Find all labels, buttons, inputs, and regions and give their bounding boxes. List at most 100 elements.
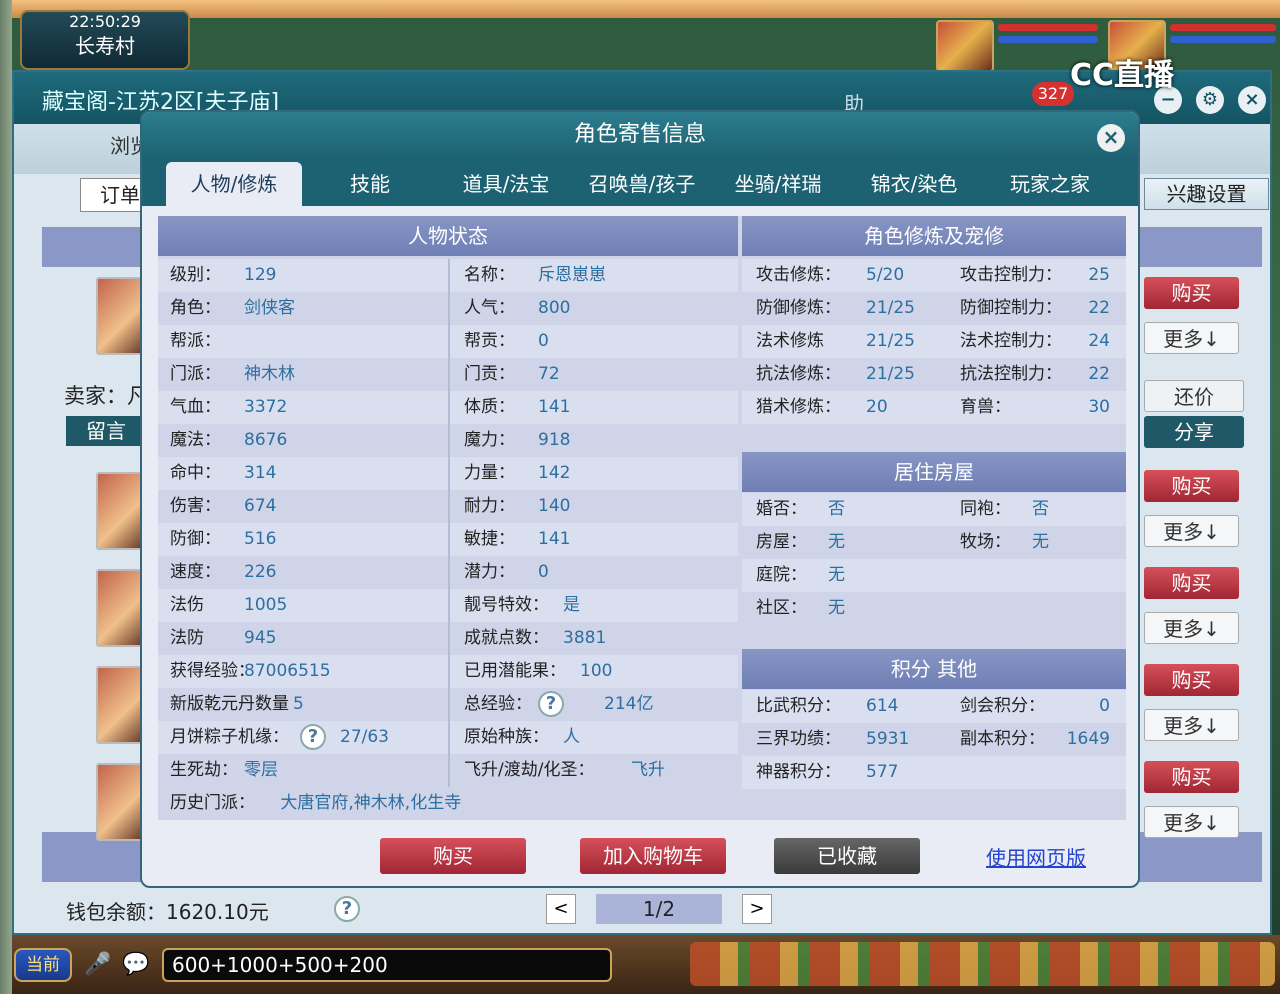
stat-value: 27/63	[340, 727, 389, 747]
field-value: 无	[1032, 532, 1049, 552]
table-row: 获得经验： 87006515 已用潜能果： 100	[158, 655, 738, 688]
column-divider	[448, 490, 450, 523]
stat-label: 帮派：	[170, 331, 221, 351]
chat-channel-button[interactable]: 当前	[14, 948, 72, 982]
stat-value: 918	[538, 430, 571, 450]
field-value: 21/25	[866, 298, 915, 318]
close-icon[interactable]: ×	[1097, 124, 1125, 152]
table-row: 抗法修炼： 21/25 抗法控制力： 22	[742, 358, 1126, 391]
buy-button[interactable]: 购买	[380, 838, 526, 874]
pet-hp-bar	[998, 24, 1098, 31]
tab-player-home[interactable]: 玩家之家	[982, 162, 1118, 206]
favorited-button[interactable]: 已收藏	[774, 838, 920, 874]
table-row: 速度： 226 潜力： 0	[158, 556, 738, 589]
more-button[interactable]: 更多↓	[1144, 806, 1239, 838]
stat-label: 防御：	[170, 529, 221, 549]
stat-value: 800	[538, 298, 571, 318]
tab-summons[interactable]: 召唤兽/孩子	[574, 162, 710, 206]
close-icon[interactable]: ×	[1238, 86, 1266, 114]
score-header: 积分 其他	[742, 649, 1126, 689]
pet-avatar[interactable]	[936, 20, 994, 72]
toolbar-icons[interactable]	[690, 942, 1275, 986]
field-label: 同袍：	[960, 499, 1011, 519]
share-button[interactable]: 分享	[1144, 416, 1244, 448]
table-row: 猎术修炼： 20 育兽： 30	[742, 391, 1126, 424]
cultivation-table: 攻击修炼： 5/20 攻击控制力： 25 防御修炼： 21/25 防御控制力： 22 法术修炼 2…	[742, 259, 1126, 424]
stat-label: 命中：	[170, 463, 221, 483]
prev-page-button[interactable]: <	[546, 894, 576, 924]
buy-button[interactable]: 购买	[1144, 664, 1239, 696]
role-sale-dialog: 角色寄售信息 × 人物/修炼 技能 道具/法宝 召唤兽/孩子 坐骑/祥瑞 锦衣/…	[140, 110, 1140, 888]
stat-label: 门贡：	[464, 364, 515, 384]
field-value: 5/20	[866, 265, 905, 285]
tab-mounts[interactable]: 坐骑/祥瑞	[710, 162, 846, 206]
chat-input[interactable]: 600+1000+500+200	[162, 948, 612, 982]
column-divider	[448, 523, 450, 556]
item-thumbnail[interactable]	[96, 763, 144, 841]
buy-button[interactable]: 购买	[1144, 470, 1239, 502]
column-divider	[448, 424, 450, 457]
buy-button[interactable]: 购买	[1144, 567, 1239, 599]
table-row: 伤害： 674 耐力： 140	[158, 490, 738, 523]
buy-button[interactable]: 购买	[1144, 277, 1239, 309]
field-value: 无	[828, 598, 845, 618]
stat-label: 帮贡：	[464, 331, 515, 351]
stat-label: 已用潜能果：	[464, 661, 566, 681]
message-button[interactable]: 留言	[66, 416, 146, 446]
help-question-icon[interactable]: ?	[300, 724, 326, 750]
add-to-cart-button[interactable]: 加入购物车	[580, 838, 726, 874]
bargain-button[interactable]: 还价	[1144, 380, 1244, 412]
stat-value: 516	[244, 529, 277, 549]
field-value: 21/25	[866, 331, 915, 351]
next-page-button[interactable]: >	[742, 894, 772, 924]
stat-value: 飞升	[631, 760, 665, 780]
tab-character[interactable]: 人物/修炼	[166, 162, 302, 206]
item-thumbnail[interactable]	[96, 277, 144, 355]
more-button[interactable]: 更多↓	[1144, 612, 1239, 644]
field-value: 21/25	[866, 364, 915, 384]
more-button[interactable]: 更多↓	[1144, 709, 1239, 741]
stat-value: 945	[244, 628, 277, 648]
microphone-icon[interactable]: 🎤	[84, 952, 111, 977]
stat-value: 214亿	[604, 694, 654, 714]
web-version-link[interactable]: 使用网页版	[986, 842, 1086, 871]
table-row: 新版乾元丹数量 5 总经验： 214亿?	[158, 688, 738, 721]
field-label: 防御修炼：	[756, 298, 841, 318]
help-question-icon[interactable]: ?	[538, 691, 564, 717]
stat-value: 674	[244, 496, 277, 516]
seller-label: 卖家：凡	[64, 384, 148, 408]
table-row: 防御： 516 敏捷： 141	[158, 523, 738, 556]
speech-bubble-icon[interactable]: 💬	[122, 952, 149, 977]
item-thumbnail[interactable]	[96, 472, 144, 550]
gear-icon[interactable]: ⚙	[1196, 86, 1224, 114]
item-thumbnail[interactable]	[96, 569, 144, 647]
tab-items[interactable]: 道具/法宝	[438, 162, 574, 206]
interest-settings-button[interactable]: 兴趣设置	[1144, 178, 1269, 210]
stat-value: 100	[580, 661, 613, 681]
tab-skills[interactable]: 技能	[302, 162, 438, 206]
item-thumbnail[interactable]	[96, 666, 144, 744]
buy-button[interactable]: 购买	[1144, 761, 1239, 793]
stat-value: 72	[538, 364, 560, 384]
field-label: 抗法控制力：	[960, 364, 1062, 384]
stat-value: 斥恩崽崽	[538, 265, 606, 285]
status-header: 人物状态	[158, 216, 738, 256]
dialog-tabs: 人物/修炼 技能 道具/法宝 召唤兽/孩子 坐骑/祥瑞 锦衣/染色 玩家之家	[142, 158, 1138, 206]
field-label: 比武积分：	[756, 696, 841, 716]
stat-value: 8676	[244, 430, 288, 450]
stat-label: 名称：	[464, 265, 515, 285]
stat-value: 314	[244, 463, 277, 483]
field-label: 猎术修炼：	[756, 397, 841, 417]
stat-label: 飞升/渡劫/化圣：	[464, 760, 595, 780]
help-question-icon[interactable]: ?	[334, 896, 360, 922]
column-divider	[448, 688, 450, 721]
field-value: 否	[828, 499, 845, 519]
stat-value: 141	[538, 529, 571, 549]
stat-label: 门派：	[170, 364, 221, 384]
tab-outfits[interactable]: 锦衣/染色	[846, 162, 982, 206]
stat-label: 气血：	[170, 397, 221, 417]
field-value: 22	[1088, 298, 1110, 318]
more-button[interactable]: 更多↓	[1144, 322, 1239, 354]
more-button[interactable]: 更多↓	[1144, 515, 1239, 547]
table-row: 比武积分： 614 剑会积分： 0	[742, 690, 1126, 723]
